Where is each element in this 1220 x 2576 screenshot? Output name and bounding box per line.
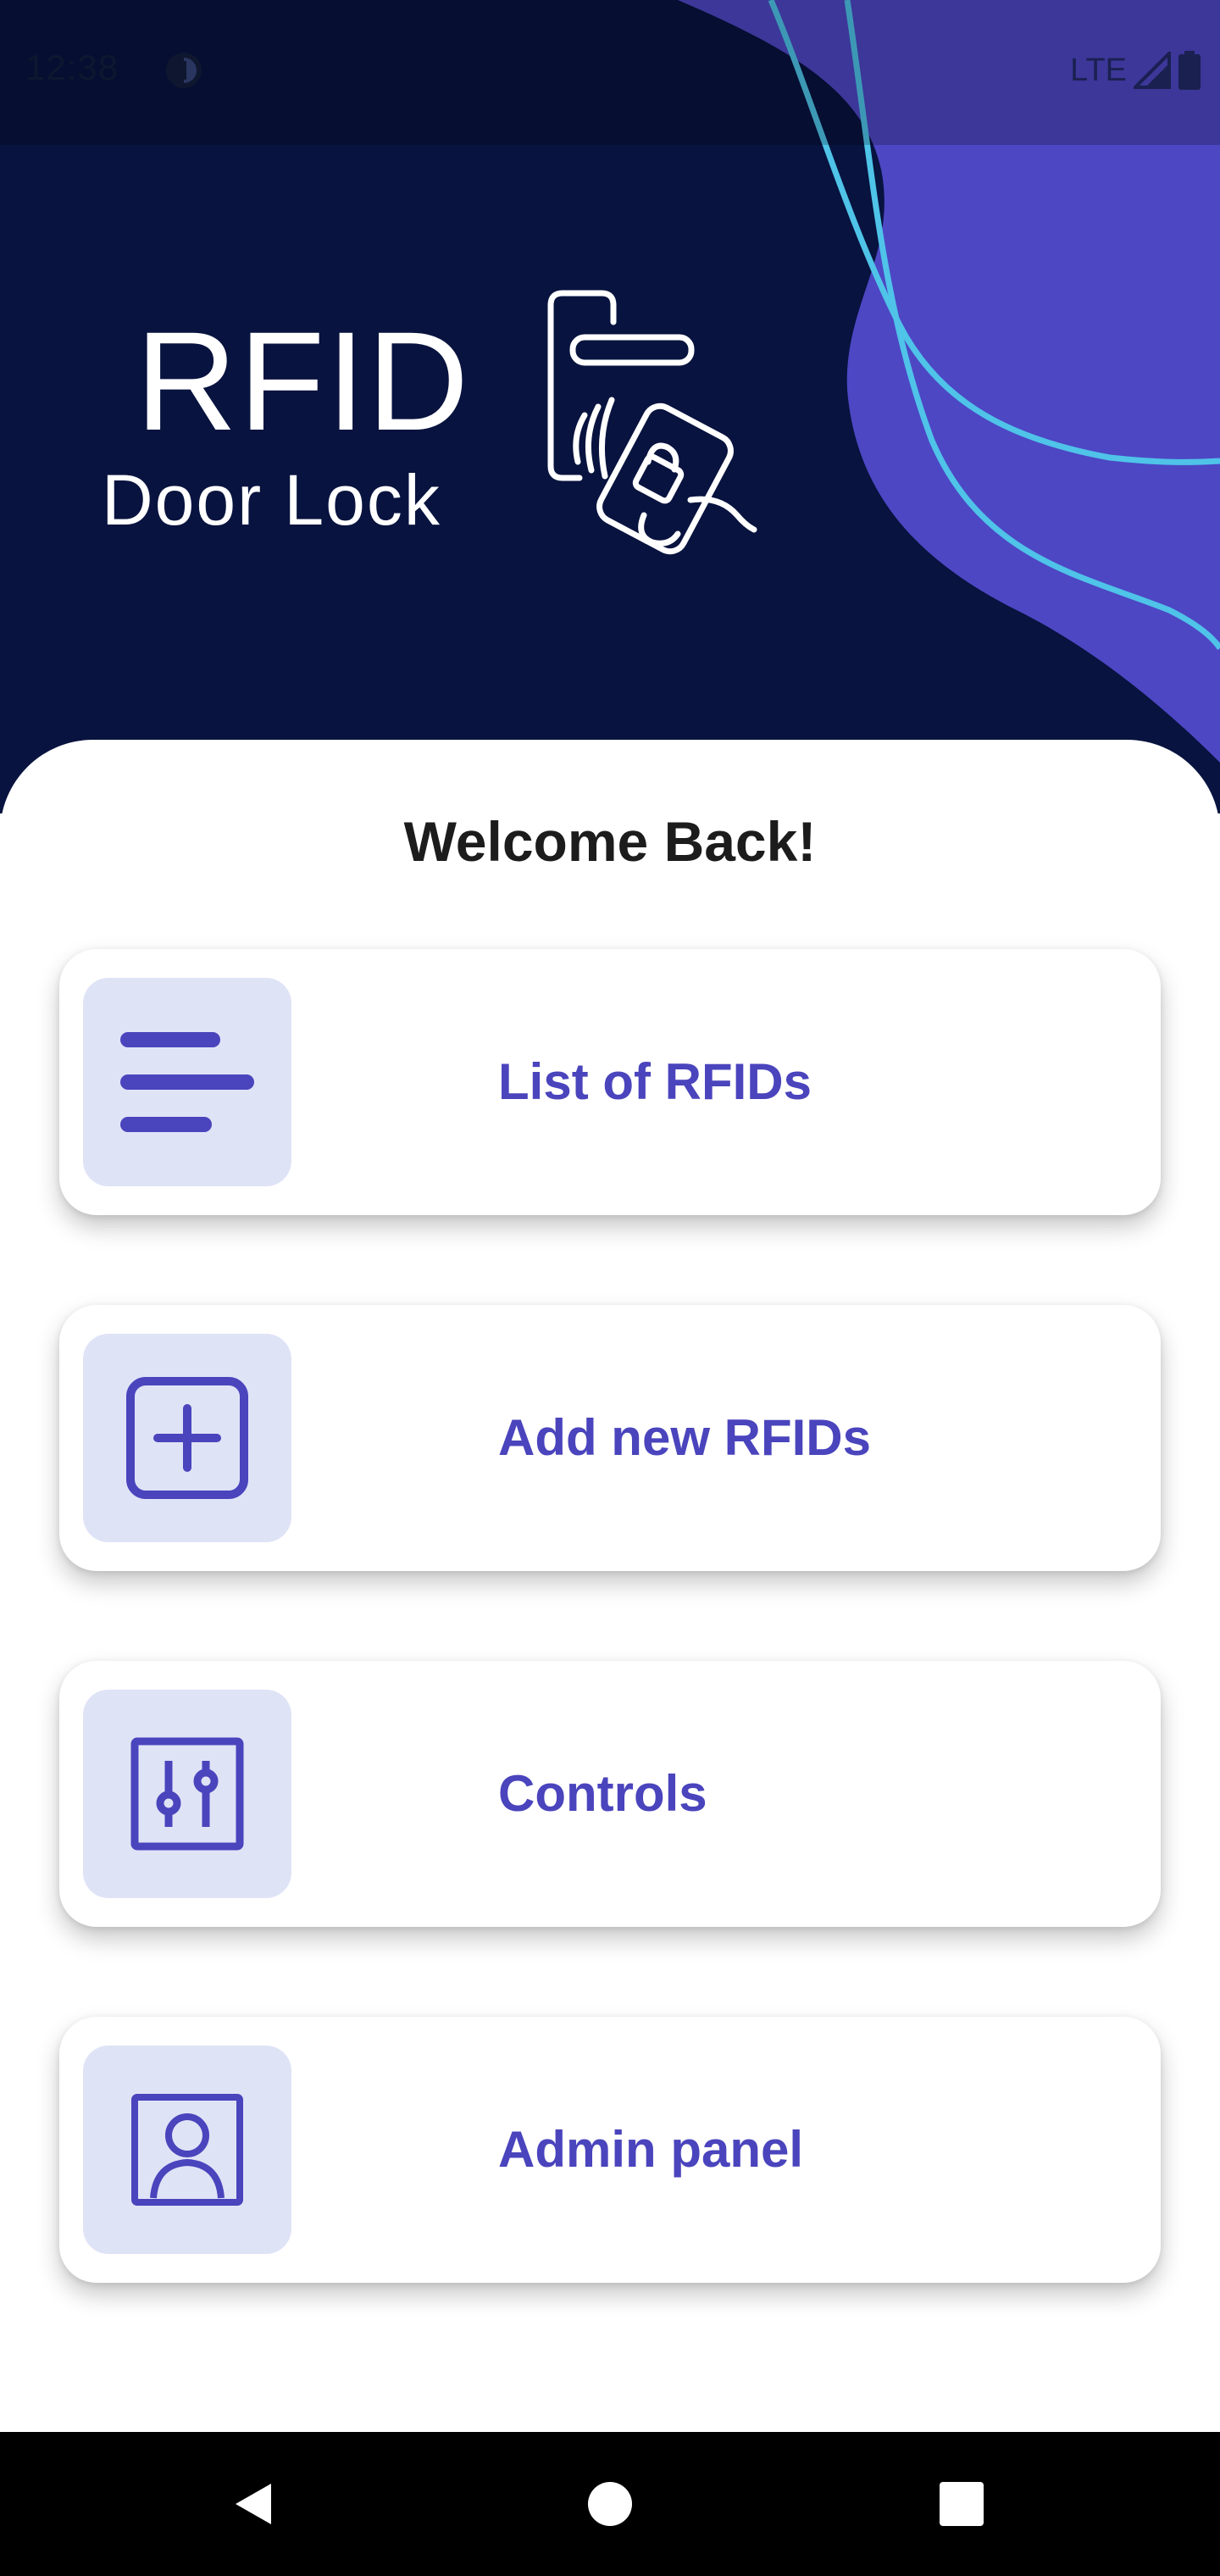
- system-nav-bar: [0, 2432, 1220, 2576]
- status-bar: 12:38 LTE: [0, 0, 1220, 145]
- logo-subtitle: Door Lock: [102, 460, 441, 540]
- battery-icon: [1178, 51, 1201, 90]
- door-handle-phone-icon: [547, 290, 757, 555]
- back-icon[interactable]: [216, 2466, 292, 2542]
- controls-label: Controls: [498, 1765, 707, 1822]
- header-banner: 12:38 LTE RFID Door Lock: [0, 0, 1220, 813]
- admin-panel-label: Admin panel: [498, 2121, 804, 2178]
- add-rfids-button[interactable]: Add new RFIDs: [59, 1305, 1161, 1571]
- admin-panel-button[interactable]: Admin panel: [59, 2017, 1161, 2283]
- home-icon[interactable]: [572, 2466, 648, 2542]
- logo-title: RFID: [136, 303, 471, 460]
- recents-icon[interactable]: [923, 2466, 1000, 2542]
- list-rfids-button[interactable]: List of RFIDs: [59, 949, 1161, 1215]
- controls-button[interactable]: Controls: [59, 1661, 1161, 1927]
- signal-icon: [1134, 52, 1171, 89]
- notification-icon: [166, 53, 202, 88]
- welcome-heading: Welcome Back!: [403, 810, 817, 873]
- add-rfids-label: Add new RFIDs: [498, 1409, 872, 1466]
- user-portrait-icon: [83, 2046, 291, 2254]
- status-icons: LTE: [1070, 51, 1201, 90]
- list-rfids-label: List of RFIDs: [498, 1053, 812, 1110]
- list-icon: [83, 978, 291, 1186]
- add-square-icon: [83, 1334, 291, 1542]
- status-time: 12:38: [25, 47, 119, 87]
- network-label: LTE: [1070, 52, 1127, 88]
- app-logo: RFID Door Lock: [85, 288, 779, 576]
- sliders-icon: [83, 1690, 291, 1898]
